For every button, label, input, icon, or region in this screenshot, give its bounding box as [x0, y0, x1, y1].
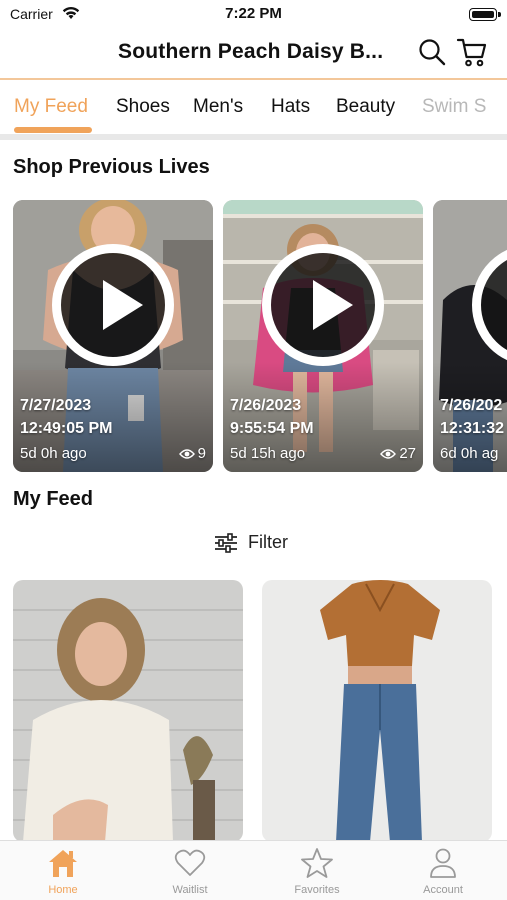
previous-lives-carousel[interactable]: 7/27/2023 12:49:05 PM 5d 0h ago 9 7/26/2…	[13, 200, 507, 472]
nav-home-label: Home	[48, 884, 78, 896]
live-date-time: 9:55:54 PM	[230, 420, 314, 437]
filter-button[interactable]: Filter	[214, 532, 288, 553]
active-tab-indicator	[14, 127, 92, 133]
view-count: 9	[197, 445, 206, 462]
eye-icon	[380, 448, 397, 459]
filter-label: Filter	[248, 532, 288, 552]
cart-icon[interactable]	[456, 36, 488, 68]
tab-mens[interactable]: Men's	[193, 96, 243, 118]
tab-swim[interactable]: Swim S	[422, 96, 486, 118]
live-date: 7/26/2023 9:55:54 PM	[230, 394, 314, 440]
status-bar: Carrier 7:22 PM	[0, 0, 507, 28]
view-count: 27	[399, 445, 416, 462]
battery-nub	[498, 12, 501, 17]
lives-section-title: Shop Previous Lives	[13, 156, 210, 178]
app-header: Southern Peach Daisy B...	[0, 28, 507, 78]
live-date-day: 7/26/2023	[230, 397, 302, 414]
nav-home[interactable]: Home	[18, 847, 108, 896]
sliders-icon	[215, 532, 237, 553]
play-icon[interactable]	[52, 244, 174, 366]
person-icon	[430, 848, 456, 878]
product-card[interactable]	[13, 580, 243, 842]
product-image	[13, 580, 243, 842]
feed-section-title: My Feed	[13, 488, 94, 510]
eye-icon	[178, 448, 195, 459]
live-date: 7/27/2023 12:49:05 PM	[20, 394, 113, 440]
live-age: 5d 0h ago	[20, 445, 87, 462]
search-icon[interactable]	[418, 38, 446, 66]
nav-waitlist[interactable]: Waitlist	[145, 847, 235, 896]
live-views: 27	[380, 445, 416, 462]
live-date-time: 12:31:32	[440, 420, 505, 437]
store-title: Southern Peach Daisy B...	[118, 40, 384, 63]
live-card[interactable]: 7/27/2023 12:49:05 PM 5d 0h ago 9	[13, 200, 213, 472]
nav-favorites[interactable]: Favorites	[272, 847, 362, 896]
live-date: 7/26/202 12:31:32	[440, 394, 504, 440]
live-age: 5d 15h ago	[230, 445, 306, 462]
live-age: 6d 0h ag	[440, 445, 499, 462]
product-card[interactable]	[262, 580, 492, 842]
heart-icon	[174, 849, 206, 876]
tab-my-feed[interactable]: My Feed	[14, 96, 88, 118]
nav-waitlist-label: Waitlist	[172, 884, 208, 896]
tabs-divider	[0, 134, 507, 140]
nav-account-label: Account	[423, 884, 463, 896]
live-card[interactable]: 7/26/2023 9:55:54 PM 5d 15h ago 27	[223, 200, 423, 472]
product-image	[262, 580, 492, 842]
live-card[interactable]: 7/26/202 12:31:32 6d 0h ag	[433, 200, 507, 472]
battery-icon	[469, 8, 497, 21]
tab-shoes[interactable]: Shoes	[116, 96, 170, 118]
tab-hats[interactable]: Hats	[271, 96, 310, 118]
live-date-day: 7/27/2023	[20, 397, 92, 414]
status-time: 7:22 PM	[225, 5, 282, 22]
bottom-nav: Home Waitlist Favorites Account	[0, 840, 507, 900]
tab-beauty[interactable]: Beauty	[336, 96, 395, 118]
nav-account[interactable]: Account	[398, 847, 488, 896]
home-icon	[49, 850, 77, 877]
live-date-time: 12:49:05 PM	[20, 420, 113, 437]
play-icon[interactable]	[262, 244, 384, 366]
live-date-day: 7/26/202	[440, 397, 503, 414]
star-icon	[301, 848, 333, 878]
nav-favorites-label: Favorites	[294, 884, 340, 896]
live-views: 9	[178, 445, 206, 462]
